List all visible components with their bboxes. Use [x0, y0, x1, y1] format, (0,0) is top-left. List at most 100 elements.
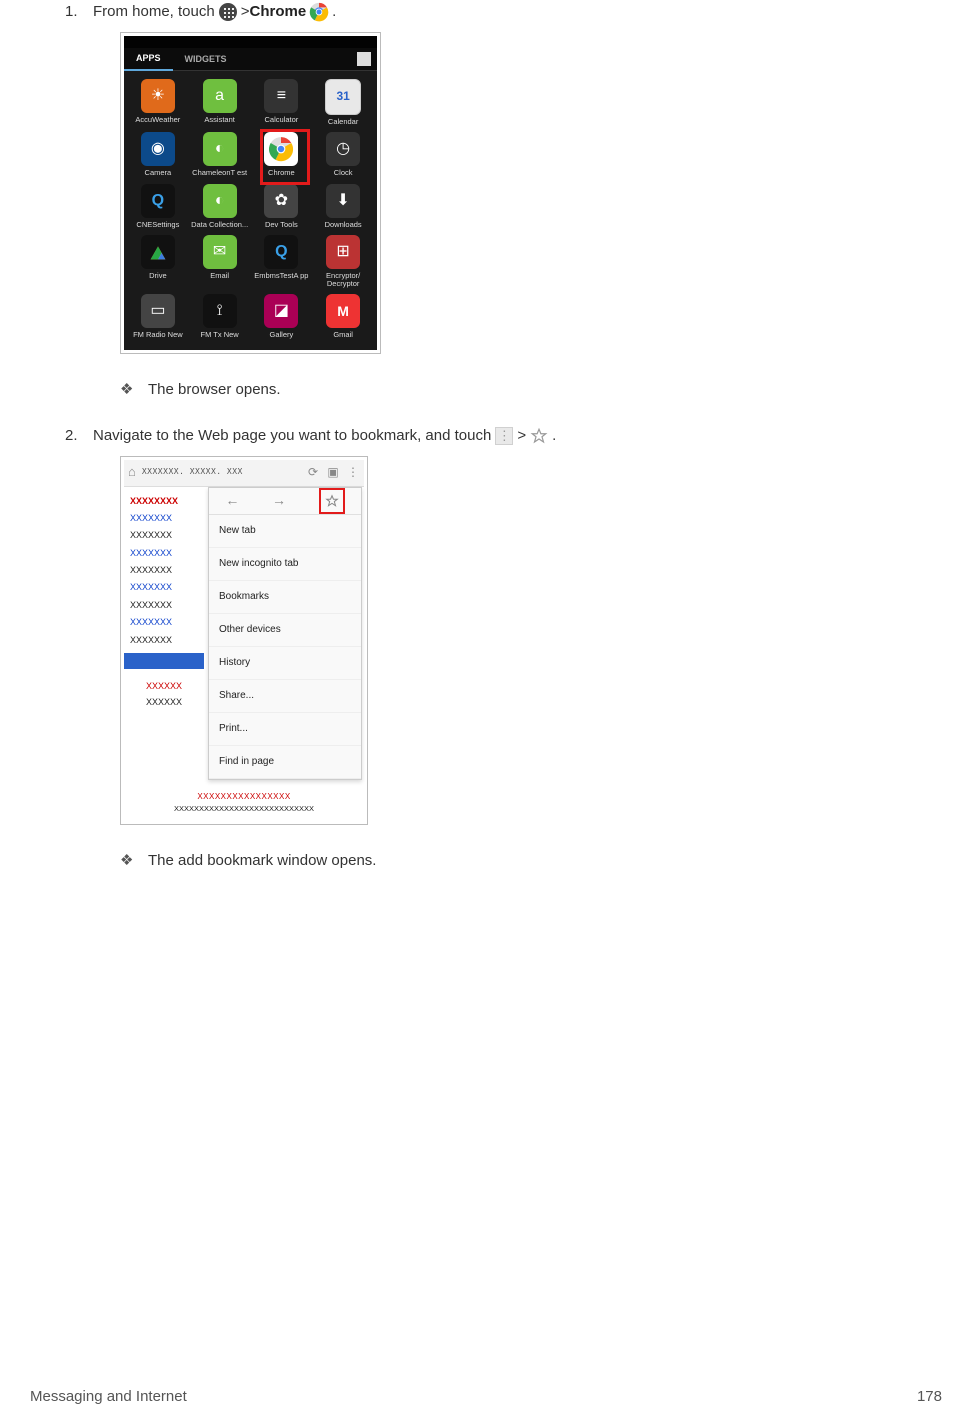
- app-gallery[interactable]: ◪Gallery: [252, 294, 312, 339]
- app-label: FM Tx New: [201, 331, 239, 339]
- app-cnesettings[interactable]: Q CNESettings: [128, 184, 188, 229]
- app-icon: ⬇: [326, 184, 360, 218]
- tabs-icon[interactable]: ▣: [326, 463, 340, 482]
- app-chameleont-est[interactable]: ◐ ChameleonT est: [190, 132, 250, 177]
- app-icon: Q: [264, 235, 298, 269]
- app-label: Downloads: [325, 221, 362, 229]
- app-icon: ◷: [326, 132, 360, 166]
- app-icon: 31: [325, 79, 361, 115]
- app-camera[interactable]: ◉Camera: [128, 132, 188, 177]
- app-dev-tools[interactable]: ✿ Dev Tools: [252, 184, 312, 229]
- app-fm-tx-new[interactable]: ⟟ FM Tx New: [190, 294, 250, 339]
- menu-item-new-tab[interactable]: New tab: [209, 515, 361, 548]
- app-encryptor-decryptor[interactable]: ⊞Encryptor/ Decryptor: [313, 235, 373, 289]
- app-label: CNESettings: [136, 221, 179, 229]
- app-label: EmbmsTestA pp: [254, 272, 308, 280]
- step-number-2: 2.: [65, 424, 93, 448]
- nav-back-icon[interactable]: ←: [225, 489, 239, 511]
- app-icon: ◐: [203, 132, 237, 166]
- note-browser-opens: The browser opens.: [120, 378, 942, 402]
- step-1: 1. From home, touch > Chrome . APPS WIDG: [65, 0, 942, 402]
- tab-apps[interactable]: APPS: [124, 47, 173, 71]
- menu-dots-icon: [494, 426, 514, 446]
- app-embmstesta-pp[interactable]: Q EmbmsTestA pp: [252, 235, 312, 289]
- app-accuweather[interactable]: ☀ AccuWeather: [128, 79, 188, 126]
- app-data-collection-[interactable]: ◐ Data Collection...: [190, 184, 250, 229]
- app-calculator[interactable]: ≡ Calculator: [252, 79, 312, 126]
- app-icon: a: [203, 79, 237, 113]
- app-icon: M: [326, 294, 360, 328]
- app-label: Assistant: [204, 116, 234, 124]
- menu-item-other-devices[interactable]: Other devices: [209, 614, 361, 647]
- app-drive[interactable]: Drive: [128, 235, 188, 289]
- step-1-chrome-label: Chrome: [249, 0, 306, 24]
- step-2-text-b: >: [517, 424, 526, 448]
- star-icon: [529, 426, 549, 446]
- menu-item-print-[interactable]: Print...: [209, 713, 361, 746]
- footer-page-number: 178: [917, 1388, 942, 1405]
- app-email[interactable]: ✉ Email: [190, 235, 250, 289]
- app-label: Gallery: [269, 331, 293, 339]
- menu-item-share-[interactable]: Share...: [209, 680, 361, 713]
- bookmark-star-icon[interactable]: [319, 488, 345, 514]
- app-downloads[interactable]: ⬇ Downloads: [313, 184, 373, 229]
- menu-item-history[interactable]: History: [209, 647, 361, 680]
- app-label: ChameleonT est: [192, 169, 247, 177]
- menu-item-find-in-page[interactable]: Find in page: [209, 746, 361, 779]
- app-icon: ⊞: [326, 235, 360, 269]
- page-content-preview: XXXXXXXX XXXXXXX XXXXXXX XXXXXXX XXXXXXX…: [124, 487, 204, 787]
- step-1-period: .: [332, 0, 336, 24]
- app-label: Data Collection...: [191, 221, 248, 229]
- nav-forward-icon[interactable]: →: [272, 489, 286, 511]
- reload-icon[interactable]: ⟳: [306, 463, 320, 482]
- footer-blktext: XXXXXXXXXXXXXXXXXXXXXXXXXXXX: [124, 803, 364, 815]
- app-label: Drive: [149, 272, 167, 280]
- footer-section: Messaging and Internet: [30, 1388, 187, 1405]
- tab-widgets[interactable]: WIDGETS: [173, 48, 239, 70]
- app-icon: ⟟: [203, 294, 237, 328]
- play-store-icon[interactable]: [357, 52, 371, 66]
- app-icon: [264, 132, 298, 166]
- step-number-1: 1.: [65, 0, 93, 24]
- chrome-overflow-menu: ← → New tabNew incognito tabBookmarksOth…: [208, 487, 362, 780]
- url-field[interactable]: XXXXXXX. XXXXX. XXX: [142, 466, 300, 479]
- chrome-icon: [309, 2, 329, 22]
- note-bookmark-window-opens: The add bookmark window opens.: [120, 849, 942, 873]
- app-label: Calendar: [328, 118, 358, 126]
- screenshot-apps-grid: APPS WIDGETS ☀ AccuWeather a Assistant ≡ Calc…: [120, 32, 381, 354]
- step-2-text-a: Navigate to the Web page you want to boo…: [93, 424, 491, 448]
- step-2: 2. Navigate to the Web page you want to …: [65, 424, 942, 874]
- app-label: Clock: [334, 169, 353, 177]
- app-label: FM Radio New: [133, 331, 183, 339]
- app-gmail[interactable]: M Gmail: [313, 294, 373, 339]
- app-chrome[interactable]: Chrome: [252, 132, 312, 177]
- menu-item-bookmarks[interactable]: Bookmarks: [209, 581, 361, 614]
- app-icon: [141, 235, 175, 269]
- overflow-menu-icon[interactable]: ⋮: [346, 463, 360, 482]
- menu-item-new-incognito-tab[interactable]: New incognito tab: [209, 548, 361, 581]
- app-assistant[interactable]: a Assistant: [190, 79, 250, 126]
- step-1-text-pre: From home, touch: [93, 0, 215, 24]
- app-icon: ◐: [203, 184, 237, 218]
- app-label: Dev Tools: [265, 221, 298, 229]
- app-clock[interactable]: ◷ Clock: [313, 132, 373, 177]
- chrome-addressbar: ⌂ XXXXXXX. XXXXX. XXX ⟳ ▣ ⋮: [124, 460, 364, 487]
- screenshot-chrome-menu: ⌂ XXXXXXX. XXXXX. XXX ⟳ ▣ ⋮ XXXXXXXX XXX…: [120, 456, 368, 826]
- home-icon[interactable]: ⌂: [128, 462, 136, 483]
- app-fm-radio-new[interactable]: ▭FM Radio New: [128, 294, 188, 339]
- app-label: Camera: [145, 169, 172, 177]
- app-icon: Q: [141, 184, 175, 218]
- app-icon: ≡: [264, 79, 298, 113]
- app-label: AccuWeather: [135, 116, 180, 124]
- app-label: Gmail: [333, 331, 353, 339]
- app-label: Chrome: [268, 169, 295, 177]
- app-calendar[interactable]: 31 Calendar: [313, 79, 373, 126]
- app-icon: ☀: [141, 79, 175, 113]
- app-label: Calculator: [264, 116, 298, 124]
- app-icon: ✿: [264, 184, 298, 218]
- app-icon: ✉: [203, 235, 237, 269]
- step-2-text-c: .: [552, 424, 556, 448]
- step-1-sep: >: [241, 0, 250, 24]
- app-label: Email: [210, 272, 229, 280]
- footer-redtext: XXXXXXXXXXXXXXXX: [124, 791, 364, 804]
